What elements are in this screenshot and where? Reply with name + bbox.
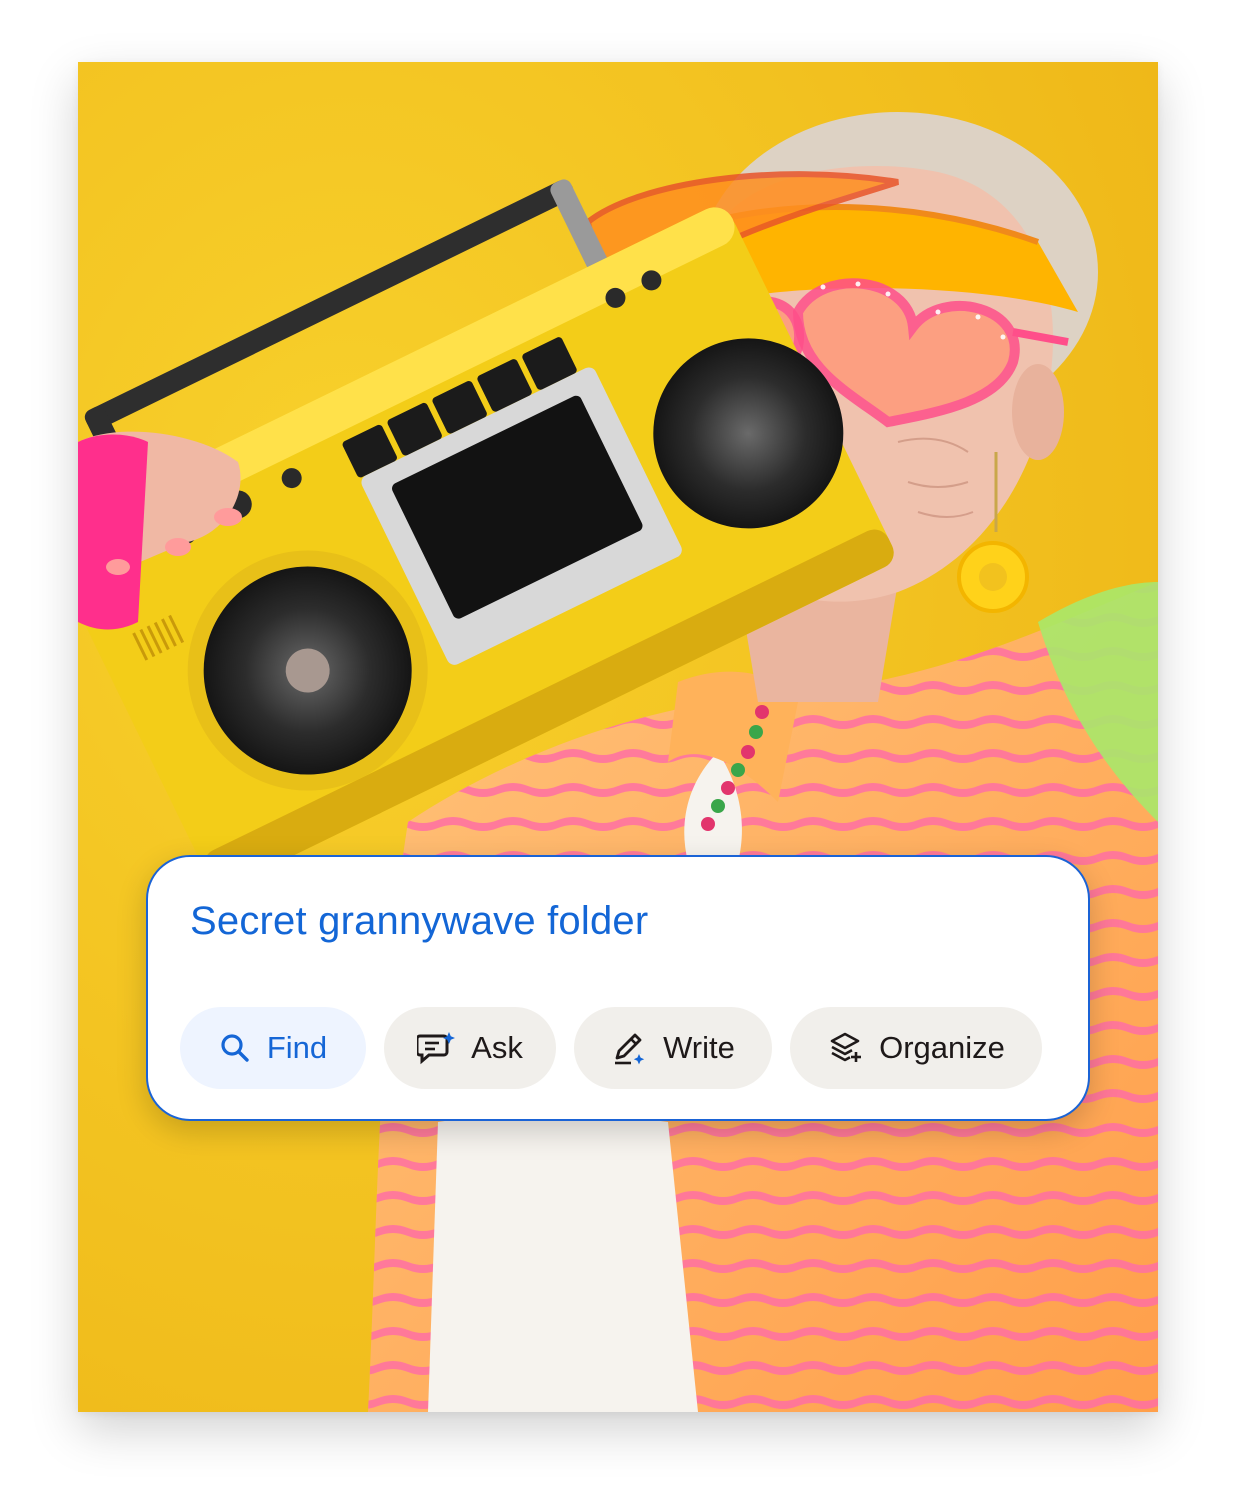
search-icon — [219, 1032, 251, 1064]
layers-plus-icon — [827, 1030, 863, 1066]
chat-sparkle-icon — [417, 1031, 456, 1065]
ask-button-label: Ask — [471, 1030, 523, 1065]
search-query-text[interactable]: Secret grannywave folder — [190, 899, 648, 944]
pencil-sparkle-icon — [611, 1030, 647, 1066]
hero-photo — [78, 62, 1158, 1412]
write-button[interactable]: Write — [574, 1007, 772, 1089]
find-button-label: Find — [266, 1030, 328, 1065]
organize-button-label: Organize — [879, 1030, 1005, 1065]
search-panel[interactable]: Secret grannywave folder Find Ask Write … — [146, 855, 1090, 1121]
write-button-label: Write — [663, 1030, 735, 1065]
find-button[interactable]: Find — [180, 1007, 366, 1089]
organize-button[interactable]: Organize — [790, 1007, 1042, 1089]
ask-button[interactable]: Ask — [384, 1007, 556, 1089]
